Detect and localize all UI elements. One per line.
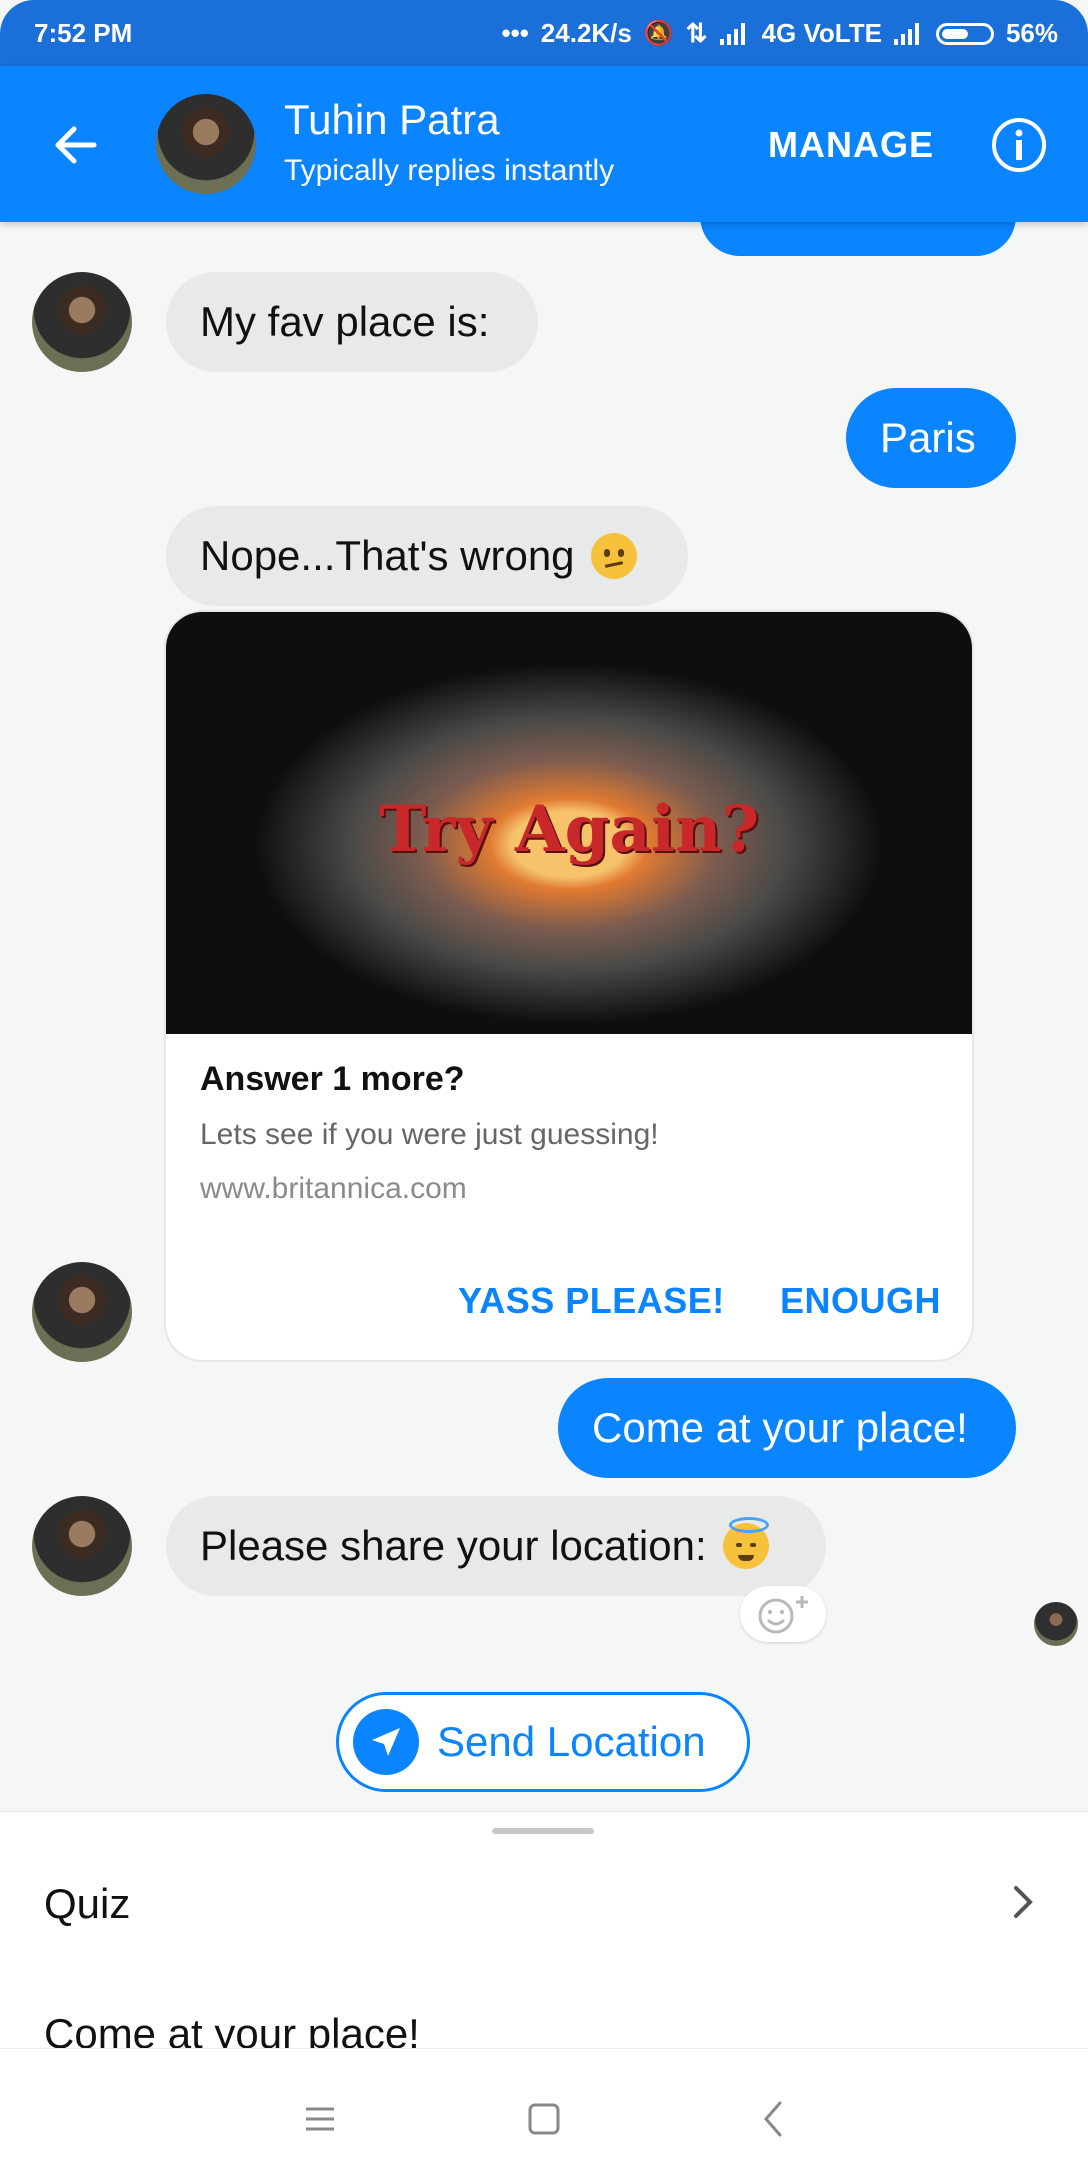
quick-reply-come[interactable]: Come at your place! bbox=[44, 2010, 420, 2048]
back-arrow-icon bbox=[55, 126, 97, 164]
contact-avatar[interactable] bbox=[156, 94, 256, 194]
message-text: Paris bbox=[880, 414, 976, 461]
status-time: 7:52 PM bbox=[34, 18, 133, 48]
send-location-label: Send Location bbox=[437, 1718, 706, 1765]
message-outgoing: Paris bbox=[846, 388, 1016, 488]
card-image-text: Try Again? bbox=[378, 792, 760, 867]
battery-level: 56% bbox=[1005, 18, 1058, 48]
enough-button[interactable]: ENOUGH bbox=[780, 1280, 941, 1322]
quick-reply-sheet: Quiz Come at your place! bbox=[0, 1812, 1088, 2048]
send-location-button[interactable]: Send Location bbox=[336, 1692, 750, 1792]
quick-reply-quiz[interactable]: Quiz bbox=[44, 1880, 130, 1928]
confused-face-icon bbox=[590, 533, 637, 579]
more-dots: ••• bbox=[501, 18, 529, 48]
chat-header: Tuhin Patra Typically replies instantly … bbox=[0, 66, 1088, 222]
yass-please-button[interactable]: YASS PLEASE! bbox=[458, 1280, 725, 1322]
contact-status: Typically replies instantly bbox=[284, 154, 615, 187]
info-icon[interactable] bbox=[990, 116, 1048, 174]
mute-icon: 🔕 bbox=[643, 20, 674, 47]
back-button[interactable] bbox=[40, 110, 110, 180]
message-text: Come at your place! bbox=[592, 1404, 968, 1451]
message-incoming: My fav place is: bbox=[166, 272, 538, 372]
signal-icon bbox=[719, 22, 750, 45]
message-incoming: Nope...That's wrong bbox=[166, 506, 688, 606]
manage-button[interactable]: MANAGE bbox=[768, 124, 934, 166]
card-url[interactable]: www.britannica.com bbox=[200, 1172, 467, 1206]
contact-name[interactable]: Tuhin Patra bbox=[284, 96, 500, 144]
message-outgoing: Come at your place! bbox=[558, 1378, 1016, 1478]
message-text: Nope...That's wrong bbox=[200, 532, 575, 579]
menu-icon[interactable] bbox=[296, 2095, 344, 2143]
sender-avatar bbox=[32, 1496, 132, 1596]
seen-indicator-avatar bbox=[1034, 1602, 1078, 1646]
message-incoming: Please share your location: bbox=[166, 1496, 826, 1596]
quiz-card: Try Again? Answer 1 more? Lets see if yo… bbox=[166, 612, 972, 1360]
sheet-drag-handle[interactable] bbox=[492, 1828, 594, 1834]
message-text: My fav place is: bbox=[200, 298, 490, 345]
location-arrow-icon bbox=[353, 1709, 419, 1775]
card-subtitle: Lets see if you were just guessing! bbox=[200, 1118, 659, 1151]
system-nav-bar bbox=[0, 2048, 1088, 2179]
card-title: Answer 1 more? bbox=[200, 1060, 465, 1098]
add-reaction-button[interactable] bbox=[740, 1586, 826, 1642]
back-chevron-icon[interactable] bbox=[750, 2095, 798, 2143]
signal-icon-2 bbox=[893, 22, 924, 45]
sender-avatar bbox=[32, 272, 132, 372]
network-speed: 24.2K/s bbox=[540, 18, 632, 48]
sender-avatar bbox=[32, 1262, 132, 1362]
emoji-add-icon bbox=[758, 1596, 808, 1634]
halo-face-icon bbox=[722, 1517, 769, 1569]
home-square-icon[interactable] bbox=[520, 2095, 568, 2143]
status-icons: ••• 24.2K/s 🔕 ⇅ 4G VoLTE 56% bbox=[501, 18, 1058, 49]
card-image[interactable]: Try Again? bbox=[166, 612, 972, 1034]
network-type: 4G VoLTE bbox=[761, 18, 882, 48]
status-bar: 7:52 PM ••• 24.2K/s 🔕 ⇅ 4G VoLTE 56% bbox=[0, 0, 1088, 66]
message-text: Please share your location: bbox=[200, 1522, 707, 1569]
battery-icon bbox=[935, 22, 994, 45]
data-arrows-icon: ⇅ bbox=[685, 18, 708, 48]
chevron-right-icon bbox=[1014, 1886, 1033, 1918]
